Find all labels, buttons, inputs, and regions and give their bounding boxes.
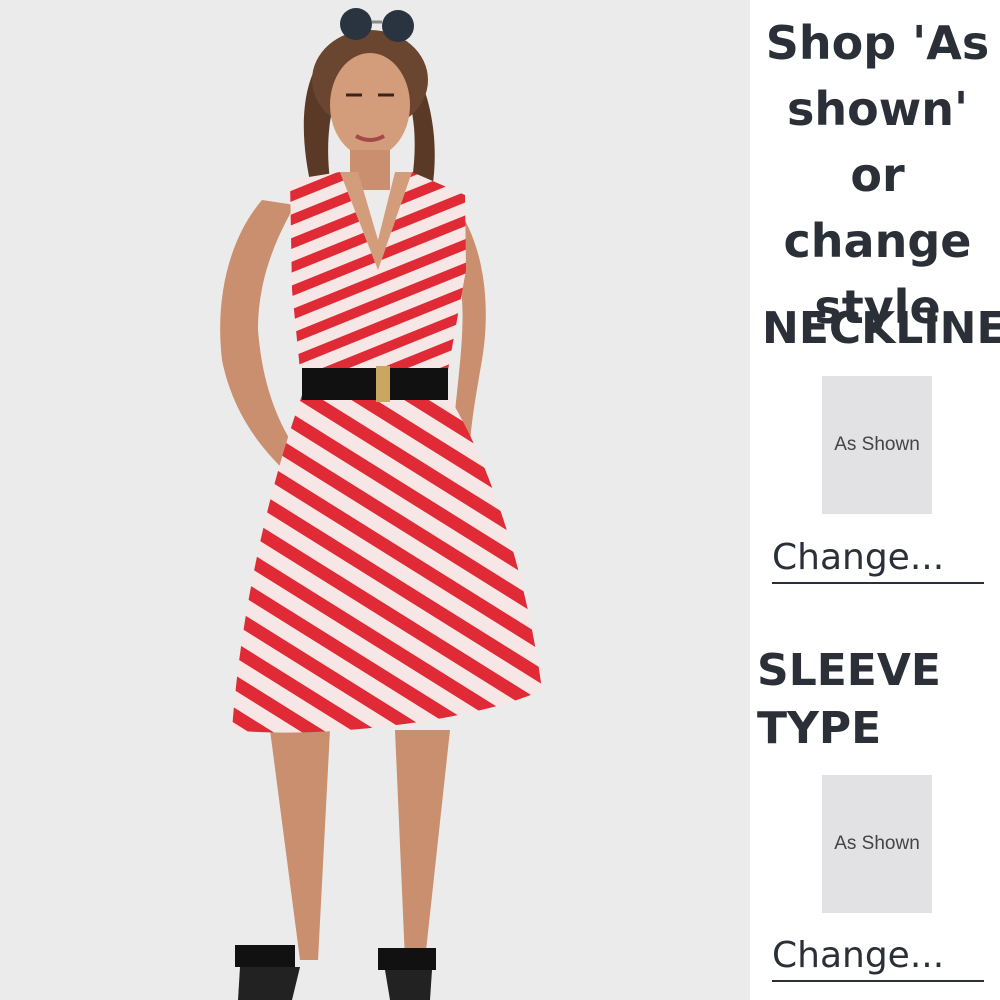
- panel-headline: Shop 'As shown' or change style: [765, 16, 990, 334]
- sleeve-type-section-title: SLEEVE TYPE: [757, 645, 941, 754]
- product-photo: [0, 0, 750, 1000]
- sleeve-type-option-tile[interactable]: As Shown: [822, 775, 932, 913]
- sleeve-type-option-label: As Shown: [834, 833, 920, 854]
- model-wearing-dress-image: [220, 8, 542, 1000]
- neckline-option-tile[interactable]: As Shown: [822, 376, 932, 514]
- neckline-section-title: NECKLINE: [762, 303, 1000, 354]
- neckline-change-link[interactable]: Change...: [772, 536, 984, 584]
- sleeve-type-change-link[interactable]: Change...: [772, 934, 984, 982]
- neckline-option-label: As Shown: [834, 434, 920, 455]
